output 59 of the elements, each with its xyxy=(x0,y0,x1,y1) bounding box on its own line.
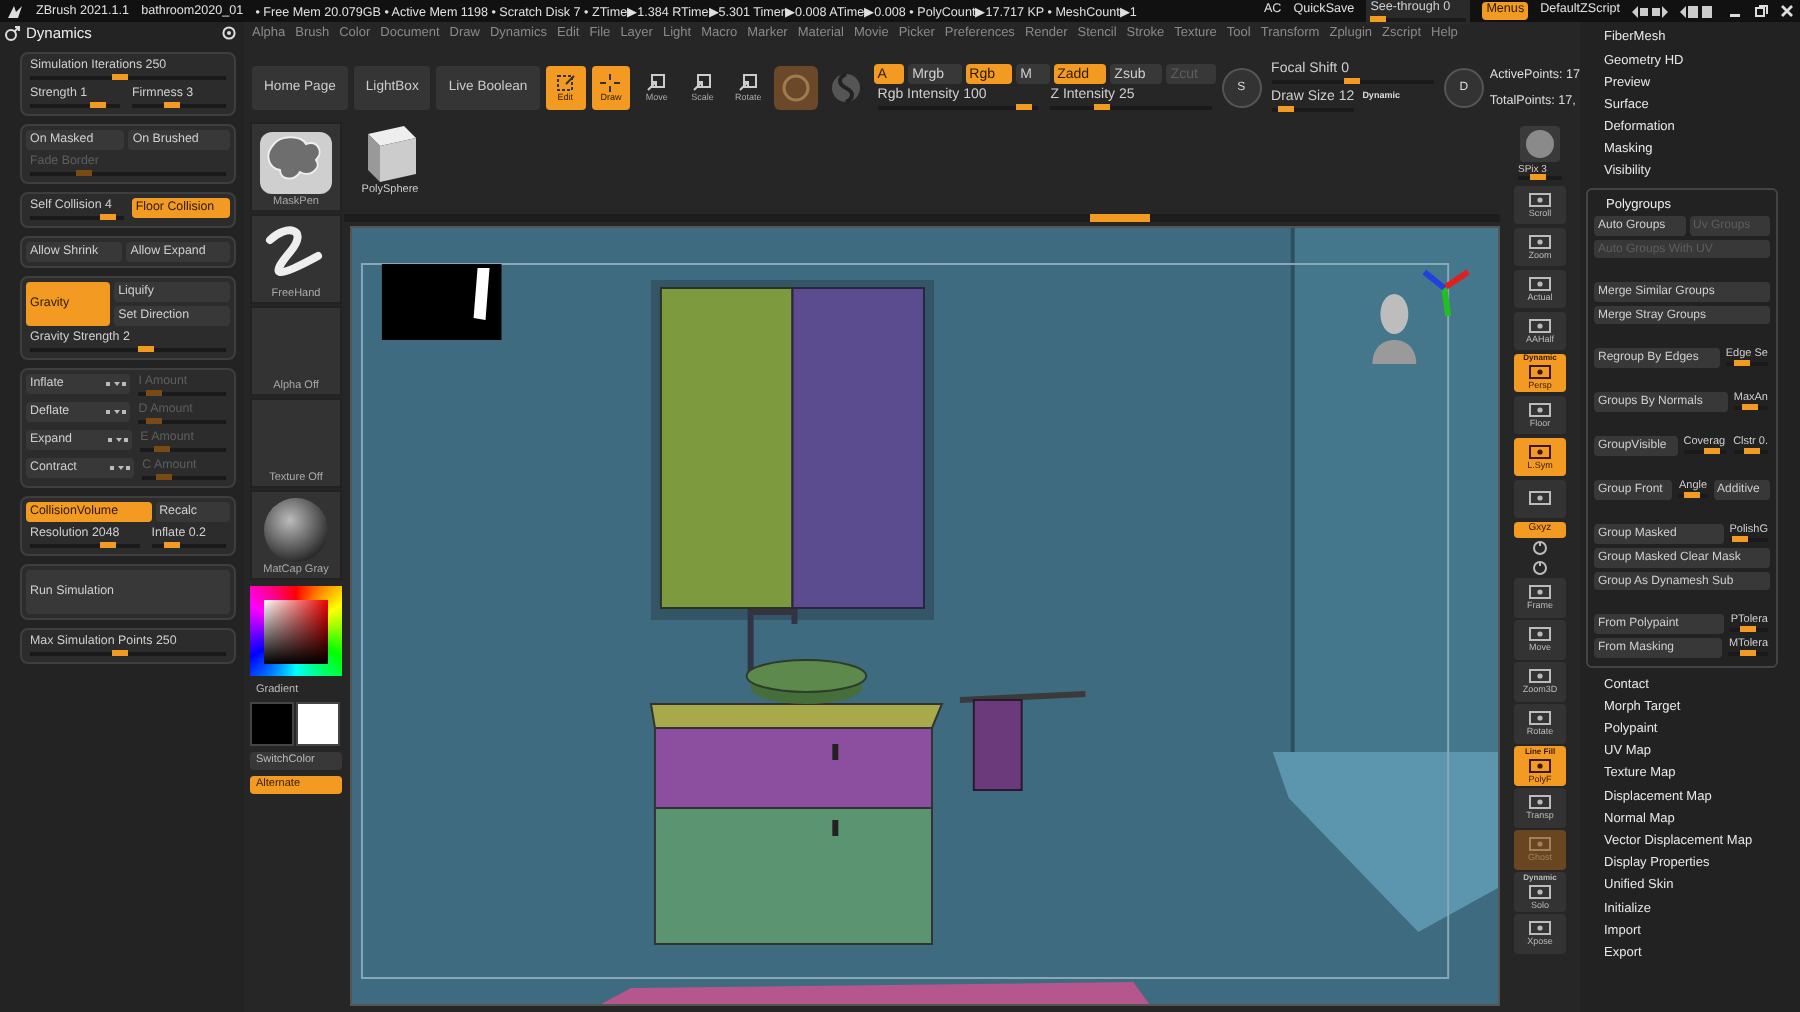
double-arrow-icon[interactable] xyxy=(1632,5,1668,17)
slider-thumb[interactable] xyxy=(111,74,127,80)
frame-icon xyxy=(1528,883,1552,899)
dashed-square-icon xyxy=(555,73,576,92)
close-icon[interactable] xyxy=(1780,4,1794,18)
scroll-handle[interactable] xyxy=(1090,214,1150,222)
circle-icon xyxy=(781,74,810,102)
slider-thumb[interactable] xyxy=(1277,106,1294,112)
slider-thumb[interactable] xyxy=(138,346,154,352)
slider-thumb[interactable] xyxy=(163,542,180,548)
color-swatch[interactable] xyxy=(250,702,294,746)
blob-icon xyxy=(254,128,338,196)
slider-thumb[interactable] xyxy=(99,214,116,220)
view-button[interactable] xyxy=(1514,479,1566,518)
frame-icon xyxy=(1528,364,1552,380)
slider-thumb[interactable] xyxy=(1344,78,1361,84)
frame-icon xyxy=(1528,584,1552,600)
restore-icon[interactable] xyxy=(1754,4,1768,18)
frame-icon xyxy=(1528,836,1552,852)
material-button[interactable] xyxy=(774,66,818,110)
crosshair-icon xyxy=(600,73,621,92)
sphere-icon[interactable] xyxy=(1520,126,1560,162)
slider-thumb[interactable] xyxy=(111,650,127,656)
frame-icon xyxy=(1528,275,1552,291)
frame-icon xyxy=(1528,191,1552,207)
slider-thumb[interactable] xyxy=(1704,448,1721,455)
frame-icon xyxy=(1528,710,1552,726)
frame-icon xyxy=(1528,401,1552,417)
color-swatch[interactable] xyxy=(296,702,340,746)
slider-thumb[interactable] xyxy=(1741,404,1758,411)
color-picker[interactable] xyxy=(250,586,342,676)
frame-icon xyxy=(1528,757,1552,773)
frame-icon xyxy=(1528,443,1552,459)
frame-icon xyxy=(1528,490,1552,507)
towel-rail-drawing xyxy=(959,691,1086,791)
slider-thumb[interactable] xyxy=(1015,104,1032,110)
head-bust-drawing xyxy=(1372,294,1417,364)
slider-thumb[interactable] xyxy=(1684,492,1701,499)
circle-toggle-icon[interactable] xyxy=(222,26,236,40)
slider-thumb[interactable] xyxy=(1530,174,1547,180)
axis-gizmo-icon xyxy=(1422,269,1470,317)
slider-thumb[interactable] xyxy=(89,102,106,108)
double-arrow-icon[interactable] xyxy=(1680,5,1716,17)
frame-icon xyxy=(1528,920,1552,936)
frame-icon xyxy=(1528,626,1552,642)
frame-icon xyxy=(1528,668,1552,684)
slider-thumb[interactable] xyxy=(1739,650,1756,657)
navigation-thumbnail xyxy=(381,264,502,340)
frame-icon xyxy=(1528,317,1552,333)
slider-thumb[interactable] xyxy=(1732,536,1749,543)
slider-thumb[interactable] xyxy=(1734,360,1751,367)
frame-icon xyxy=(1528,233,1552,249)
slider-thumb[interactable] xyxy=(100,542,117,548)
slider-thumb[interactable] xyxy=(1740,626,1757,633)
slider-thumb[interactable] xyxy=(1744,448,1761,455)
slider-thumb[interactable] xyxy=(1370,15,1387,21)
slider-thumb[interactable] xyxy=(1093,104,1110,110)
frame-icon xyxy=(1528,794,1552,810)
slider-thumb[interactable] xyxy=(163,102,180,108)
